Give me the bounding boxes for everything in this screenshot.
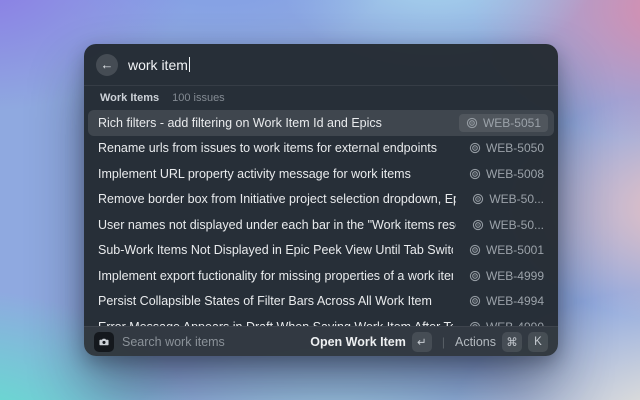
result-row[interactable]: Error Message Appears in Draft When Savi… <box>88 314 554 326</box>
arrow-left-icon: ← <box>100 57 114 72</box>
command-key-icon: ⌘ <box>502 331 522 352</box>
work-item-id: WEB-50... <box>489 217 544 232</box>
open-work-item-label: Open Work Item <box>310 334 406 349</box>
work-item-title: Persist Collapsible States of Filter Bar… <box>98 294 432 309</box>
work-item-icon <box>473 194 484 205</box>
work-item-title: Rich filters - add filtering on Work Ite… <box>98 115 382 130</box>
work-item-icon <box>469 296 481 307</box>
work-item-title: Implement URL property activity message … <box>98 166 411 181</box>
work-item-id: WEB-50... <box>489 192 544 207</box>
footer-search-hint: Search work items <box>122 334 225 349</box>
work-item-icon <box>469 143 481 154</box>
result-row[interactable]: User names not displayed under each bar … <box>88 212 554 238</box>
work-item-id-badge: WEB-5008 <box>465 165 548 183</box>
result-row[interactable]: Remove border box from Initiative projec… <box>88 187 554 213</box>
enter-key-icon: ↵ <box>411 331 432 352</box>
section-title: Work Items <box>100 92 160 104</box>
work-item-title: User names not displayed under each bar … <box>98 217 456 232</box>
footer-divider: | <box>441 334 445 349</box>
search-query-text: work item <box>128 56 188 73</box>
work-item-icon <box>466 117 478 128</box>
work-item-id: WEB-5001 <box>485 243 544 258</box>
results-section-header: Work Items 100 issues <box>84 86 558 108</box>
section-count: 100 issues <box>172 92 225 104</box>
search-context-key <box>94 331 114 352</box>
desktop-background: ← work item Work Items 100 issues Rich f… <box>0 0 640 400</box>
result-row[interactable]: Sub-Work Items Not Displayed in Epic Pee… <box>88 238 554 264</box>
work-item-id-badge: WEB-5050 <box>465 139 548 157</box>
work-item-id-badge: WEB-4994 <box>465 292 548 310</box>
work-item-id-badge: WEB-50... <box>468 190 548 208</box>
search-bar: ← work item <box>84 44 558 86</box>
command-palette: ← work item Work Items 100 issues Rich f… <box>84 44 558 356</box>
work-item-icon <box>469 168 481 179</box>
k-key-icon: K <box>528 331 548 352</box>
result-row[interactable]: Rich filters - add filtering on Work Ite… <box>88 110 554 136</box>
actions-menu-button[interactable]: Actions ⌘ K <box>455 331 548 352</box>
result-row[interactable]: Rename urls from issues to work items fo… <box>88 136 554 162</box>
work-item-icon <box>473 219 484 230</box>
work-item-title: Sub-Work Items Not Displayed in Epic Pee… <box>98 243 453 258</box>
results-list: Rich filters - add filtering on Work Ite… <box>84 108 558 326</box>
result-row[interactable]: Implement URL property activity message … <box>88 161 554 187</box>
work-item-id-badge: WEB-50... <box>468 216 548 234</box>
work-item-id-badge: WEB-5001 <box>465 241 548 259</box>
work-item-id-badge: WEB-5051 <box>458 113 548 132</box>
search-input[interactable]: work item <box>128 56 191 73</box>
back-button[interactable]: ← <box>96 53 118 76</box>
result-row[interactable]: Persist Collapsible States of Filter Bar… <box>88 289 554 315</box>
work-item-id: WEB-4994 <box>485 294 544 309</box>
work-item-title: Remove border box from Initiative projec… <box>98 192 456 207</box>
work-item-id: WEB-4999 <box>485 268 544 283</box>
text-caret <box>188 57 191 72</box>
work-item-id: WEB-5050 <box>485 141 544 156</box>
work-item-title: Rename urls from issues to work items fo… <box>98 141 438 156</box>
camera-icon <box>99 338 109 345</box>
work-item-title: Implement export fuctionality for missin… <box>98 268 453 283</box>
work-item-icon <box>469 245 481 256</box>
actions-label: Actions <box>455 334 496 349</box>
open-work-item-action[interactable]: Open Work Item ↵ <box>310 331 432 352</box>
result-row[interactable]: Implement export fuctionality for missin… <box>88 263 554 289</box>
footer-bar: Search work items Open Work Item ↵ | Act… <box>84 326 558 356</box>
work-item-id-badge: WEB-4990 <box>465 318 548 326</box>
work-item-id-badge: WEB-4999 <box>465 267 548 285</box>
work-item-icon <box>469 270 481 281</box>
work-item-id: WEB-5051 <box>482 115 541 130</box>
work-item-id: WEB-5008 <box>485 166 544 181</box>
